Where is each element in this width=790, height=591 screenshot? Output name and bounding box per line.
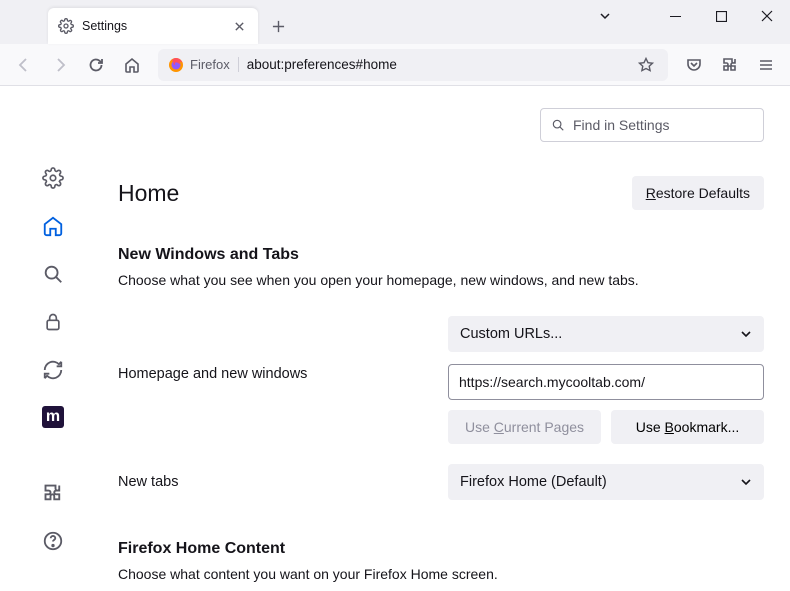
homepage-select-value: Custom URLs... [460,326,562,342]
chevron-down-icon [740,328,752,340]
url-bar[interactable]: Firefox about:preferences#home [158,49,668,81]
url-text: about:preferences#home [247,57,638,72]
maximize-button[interactable] [698,0,744,32]
sync-nav-icon[interactable] [41,358,65,382]
chevron-down-icon [740,476,752,488]
page-title: Home [118,180,179,207]
close-window-button[interactable] [744,0,790,32]
content-heading: Firefox Home Content [118,540,764,558]
restore-defaults-button[interactable]: Restore Defaults [632,176,764,210]
search-settings-input[interactable]: Find in Settings [540,108,764,142]
bookmark-star-icon[interactable] [638,57,658,73]
firefox-icon [168,57,184,73]
homepage-select[interactable]: Custom URLs... [448,316,764,352]
back-button[interactable] [8,49,40,81]
mozilla-icon[interactable]: m [42,406,64,428]
pocket-button[interactable] [678,49,710,81]
reload-button[interactable] [80,49,112,81]
use-bookmark-button[interactable]: Use Bookmark... [611,410,764,444]
forward-button[interactable] [44,49,76,81]
homepage-label: Homepage and new windows [118,316,448,382]
help-nav-icon[interactable] [41,529,65,553]
privacy-nav-icon[interactable] [41,310,65,334]
section-heading: New Windows and Tabs [118,246,764,264]
browser-tab[interactable]: Settings [48,8,258,44]
app-menu-button[interactable] [750,49,782,81]
use-current-pages-button[interactable]: Use Current Pages [448,410,601,444]
search-icon [551,118,565,132]
gear-icon [58,18,74,34]
tab-title: Settings [82,19,230,33]
search-placeholder: Find in Settings [573,117,670,133]
section-desc: Choose what you see when you open your h… [118,272,764,288]
newtabs-select-value: Firefox Home (Default) [460,474,607,490]
tabs-dropdown-button[interactable] [582,0,628,32]
newtabs-select[interactable]: Firefox Home (Default) [448,464,764,500]
identity-label: Firefox [190,57,239,72]
sidebar: m [0,86,106,591]
home-button[interactable] [116,49,148,81]
homepage-url-input[interactable] [448,364,764,400]
extensions-button[interactable] [714,49,746,81]
minimize-button[interactable] [652,0,698,32]
newtabs-label: New tabs [118,474,448,490]
new-tab-button[interactable] [264,12,292,40]
content-desc: Choose what content you want on your Fir… [118,566,764,582]
close-tab-button[interactable] [230,17,248,35]
extensions-nav-icon[interactable] [41,481,65,505]
general-icon[interactable] [41,166,65,190]
home-nav-icon[interactable] [41,214,65,238]
search-nav-icon[interactable] [41,262,65,286]
